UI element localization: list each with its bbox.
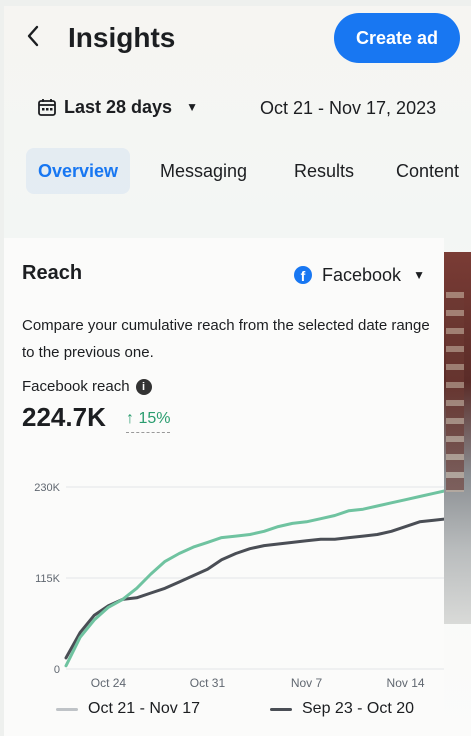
tab-content[interactable]: Content [396,148,459,194]
y-tick-label: 115K [35,573,61,585]
caret-down-icon: ▼ [413,268,425,282]
legend-label-previous: Sep 23 - Oct 20 [302,700,415,717]
reach-line-chart: 0 115K 230K Oct 24 Oct 31 Nov 7 Nov 14 [34,482,444,690]
legend-item-previous: Sep 23 - Oct 20 [270,700,414,718]
tab-results[interactable]: Results [294,148,354,194]
app-screen: Insights Create ad Last 28 days ▼ Oct 21… [4,6,471,736]
metric-value: 224.7K [22,402,106,432]
reach-title: Reach [22,262,83,284]
date-range-text: Oct 21 - Nov 17, 2023 [260,98,437,118]
x-tick-label: Nov 14 [387,676,425,690]
tab-bar: Overview Messaging Results Content [4,148,471,194]
back-button[interactable] [26,24,40,54]
tab-messaging[interactable]: Messaging [160,148,247,194]
tab-overview[interactable]: Overview [26,148,131,194]
date-range-dropdown[interactable]: Last 28 days ▼ [34,90,198,124]
legend-swatch-current [56,707,78,711]
platform-dropdown[interactable]: f Facebook ▼ [294,262,425,288]
y-tick-label: 230K [34,482,60,494]
chevron-left-icon [27,25,39,47]
page-title: Insights [68,22,176,53]
info-icon[interactable]: i [135,378,152,395]
metric-label-text: Facebook reach [22,378,130,395]
x-tick-label: Oct 31 [190,676,226,690]
background-photo [440,252,471,624]
date-filter-row: Last 28 days ▼ Oct 21 - Nov 17, 2023 [4,90,471,124]
reach-description: Compare your cumulative reach from the s… [22,317,430,361]
legend-item-current: Oct 21 - Nov 17 [56,700,200,718]
platform-label: Facebook [322,264,402,285]
metric-change[interactable]: ↑ 15% [126,410,171,433]
calendar-icon [38,99,56,116]
date-range-label: Last 28 days [64,96,173,117]
reach-card: Reach f Facebook ▼ Compare your cumulati… [4,238,444,736]
x-tick-label: Oct 24 [91,676,127,690]
legend-swatch-previous [270,707,292,711]
metric-label: Facebook reach i [22,378,152,395]
y-tick-label: 0 [54,664,60,676]
chart-legend: Oct 21 - Nov 17 Sep 23 - Oct 20 [4,700,444,724]
legend-label-current: Oct 21 - Nov 17 [88,700,201,717]
x-tick-label: Nov 7 [291,676,323,690]
series-line-previous [64,517,444,660]
caret-down-icon: ▼ [186,100,198,114]
create-ad-button[interactable]: Create ad [334,13,460,63]
header: Insights Create ad [4,6,471,76]
facebook-icon: f [294,266,312,284]
